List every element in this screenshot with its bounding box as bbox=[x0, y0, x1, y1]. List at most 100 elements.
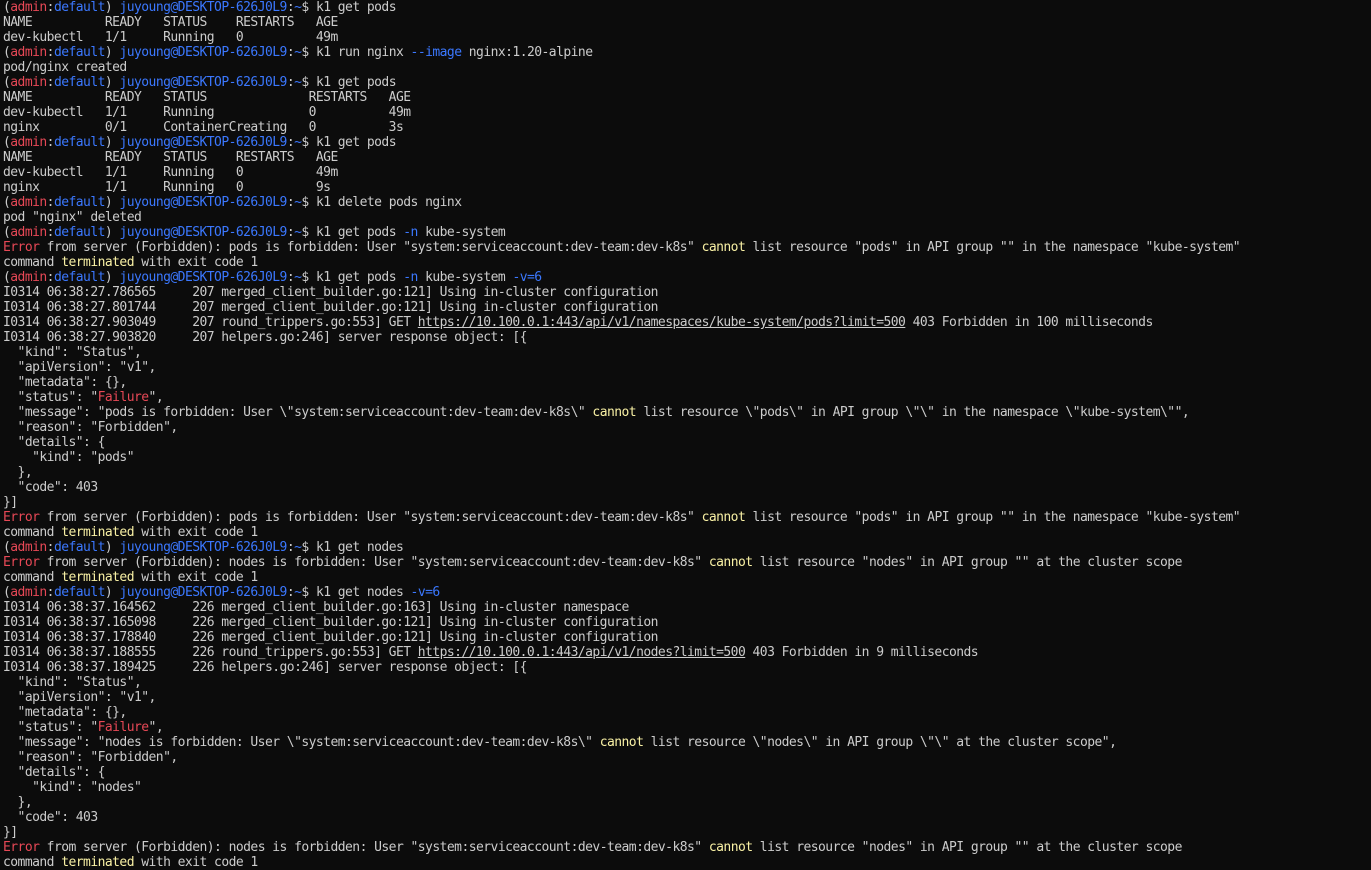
terminal-text: default bbox=[53, 585, 105, 600]
url-link[interactable]: https://10.100.0.1:443/api/v1/nodes?limi… bbox=[418, 645, 746, 660]
terminal-text: from server (Forbidden): nodes is forbid… bbox=[39, 840, 709, 855]
terminal-text: ) bbox=[104, 135, 120, 150]
terminal-text: "kind": "nodes" bbox=[3, 780, 142, 795]
terminal-text: default bbox=[53, 135, 105, 150]
terminal-text: I0314 06:38:27.903049 207 round_trippers… bbox=[3, 315, 418, 330]
terminal-text: cannot bbox=[592, 405, 637, 420]
terminal-text: "message": "pods is forbidden: User \"sy… bbox=[3, 405, 593, 420]
terminal-text: --image bbox=[410, 45, 462, 60]
terminal-text: ", bbox=[148, 390, 164, 405]
terminal-text: Failure bbox=[97, 390, 149, 405]
output-line: I0314 06:38:37.178840 226 merged_client_… bbox=[3, 630, 1371, 645]
terminal-text: command bbox=[3, 855, 62, 870]
terminal-text: "code": 403 bbox=[3, 810, 99, 825]
output-line: NAME READY STATUS RESTARTS AGE bbox=[3, 15, 1371, 30]
terminal-text: list resource "nodes" in API group "" at… bbox=[752, 555, 1183, 570]
terminal-text: Error bbox=[3, 510, 40, 525]
terminal-text: juyoung@DESKTOP-626J0L9 bbox=[119, 585, 287, 600]
terminal-text: from server (Forbidden): pods is forbidd… bbox=[39, 510, 702, 525]
terminal-text: }] bbox=[3, 825, 18, 840]
output-line: nginx 1/1 Running 0 9s bbox=[3, 180, 1371, 195]
terminal-text: cannot bbox=[708, 840, 753, 855]
terminal-text: list resource "pods" in API group "" in … bbox=[745, 510, 1241, 525]
terminal-text: juyoung@DESKTOP-626J0L9 bbox=[119, 75, 287, 90]
terminal-text: juyoung@DESKTOP-626J0L9 bbox=[119, 135, 287, 150]
terminal-text: juyoung@DESKTOP-626J0L9 bbox=[119, 0, 287, 15]
terminal-text: $ k1 get nodes bbox=[301, 540, 404, 555]
output-line: Error from server (Forbidden): nodes is … bbox=[3, 840, 1371, 855]
output-line: "metadata": {}, bbox=[3, 705, 1371, 720]
output-line: I0314 06:38:37.189425 226 helpers.go:246… bbox=[3, 660, 1371, 675]
terminal-text: default bbox=[53, 195, 105, 210]
terminal-text: terminated bbox=[61, 855, 134, 870]
output-line: I0314 06:38:37.164562 226 merged_client_… bbox=[3, 600, 1371, 615]
terminal-text: cannot bbox=[599, 735, 644, 750]
output-line: I0314 06:38:27.786565 207 merged_client_… bbox=[3, 285, 1371, 300]
terminal-text: $ k1 get pods bbox=[301, 270, 404, 285]
output-line: "kind": "nodes" bbox=[3, 780, 1371, 795]
output-line: I0314 06:38:27.903820 207 helpers.go:246… bbox=[3, 330, 1371, 345]
terminal-text: default bbox=[53, 75, 105, 90]
terminal-text: NAME READY STATUS RESTARTS AGE bbox=[3, 150, 338, 165]
prompt-line: (admin:default) juyoung@DESKTOP-626J0L9:… bbox=[3, 0, 1371, 15]
terminal-text: $ k1 get pods bbox=[301, 0, 396, 15]
terminal-text: nginx 0/1 ContainerCreating 0 3s bbox=[3, 120, 404, 135]
terminal-text: "apiVersion": "v1", bbox=[3, 690, 157, 705]
terminal-text: : bbox=[46, 540, 55, 555]
terminal-text: nginx 1/1 Running 0 9s bbox=[3, 180, 331, 195]
output-line: dev-kubectl 1/1 Running 0 49m bbox=[3, 30, 1371, 45]
terminal-text: command bbox=[3, 570, 62, 585]
url-link[interactable]: https://10.100.0.1:443/api/v1/namespaces… bbox=[418, 315, 906, 330]
output-line: "status": "Failure", bbox=[3, 720, 1371, 735]
prompt-line: (admin:default) juyoung@DESKTOP-626J0L9:… bbox=[3, 225, 1371, 240]
terminal-text: admin bbox=[10, 585, 47, 600]
terminal-text: Error bbox=[3, 555, 40, 570]
terminal-text: command bbox=[3, 255, 62, 270]
terminal-text: pod/nginx created bbox=[3, 60, 127, 75]
terminal-text: juyoung@DESKTOP-626J0L9 bbox=[119, 45, 287, 60]
output-line: "code": 403 bbox=[3, 810, 1371, 825]
terminal-text: ) bbox=[104, 225, 120, 240]
terminal-text: kube-system bbox=[417, 270, 513, 285]
terminal-text: "details": { bbox=[3, 435, 106, 450]
output-line: nginx 0/1 ContainerCreating 0 3s bbox=[3, 120, 1371, 135]
prompt-line: (admin:default) juyoung@DESKTOP-626J0L9:… bbox=[3, 135, 1371, 150]
output-line: dev-kubectl 1/1 Running 0 49m bbox=[3, 105, 1371, 120]
terminal-text: Failure bbox=[97, 720, 149, 735]
terminal-text: with exit code 1 bbox=[134, 255, 258, 270]
terminal-text: NAME READY STATUS RESTARTS AGE bbox=[3, 15, 338, 30]
terminal-text: "kind": "Status", bbox=[3, 345, 142, 360]
terminal-text: juyoung@DESKTOP-626J0L9 bbox=[119, 195, 287, 210]
terminal-text: ) bbox=[104, 45, 120, 60]
prompt-line: (admin:default) juyoung@DESKTOP-626J0L9:… bbox=[3, 45, 1371, 60]
terminal-text: terminated bbox=[61, 255, 134, 270]
terminal-text: Error bbox=[3, 240, 40, 255]
terminal-text: admin bbox=[10, 540, 47, 555]
output-line: NAME READY STATUS RESTARTS AGE bbox=[3, 90, 1371, 105]
terminal-text: admin bbox=[10, 225, 47, 240]
output-line: Error from server (Forbidden): pods is f… bbox=[3, 240, 1371, 255]
output-line: dev-kubectl 1/1 Running 0 49m bbox=[3, 165, 1371, 180]
terminal-text: from server (Forbidden): nodes is forbid… bbox=[39, 555, 709, 570]
terminal-text: "reason": "Forbidden", bbox=[3, 420, 179, 435]
output-line: I0314 06:38:37.165098 226 merged_client_… bbox=[3, 615, 1371, 630]
terminal-text: list resource "pods" in API group "" in … bbox=[745, 240, 1241, 255]
output-line: command terminated with exit code 1 bbox=[3, 570, 1371, 585]
terminal-text: }, bbox=[3, 465, 33, 480]
output-line: I0314 06:38:37.188555 226 round_trippers… bbox=[3, 645, 1371, 660]
terminal-window[interactable]: (admin:default) juyoung@DESKTOP-626J0L9:… bbox=[0, 0, 1371, 870]
terminal-text: default bbox=[53, 45, 105, 60]
terminal-text: "details": { bbox=[3, 765, 106, 780]
terminal-text: }] bbox=[3, 495, 18, 510]
terminal-text: 403 Forbidden in 9 milliseconds bbox=[745, 645, 979, 660]
terminal-text: list resource \"pods\" in API group \"\"… bbox=[636, 405, 1190, 420]
terminal-text: I0314 06:38:37.165098 226 merged_client_… bbox=[3, 615, 658, 630]
prompt-line: (admin:default) juyoung@DESKTOP-626J0L9:… bbox=[3, 540, 1371, 555]
output-line: "code": 403 bbox=[3, 480, 1371, 495]
terminal-text: $ k1 get pods bbox=[301, 225, 404, 240]
terminal-text: dev-kubectl 1/1 Running 0 49m bbox=[3, 165, 338, 180]
terminal-text: $ k1 delete pods nginx bbox=[301, 195, 462, 210]
terminal-text: ) bbox=[104, 75, 120, 90]
terminal-text: : bbox=[46, 75, 55, 90]
terminal-text: terminated bbox=[61, 570, 134, 585]
